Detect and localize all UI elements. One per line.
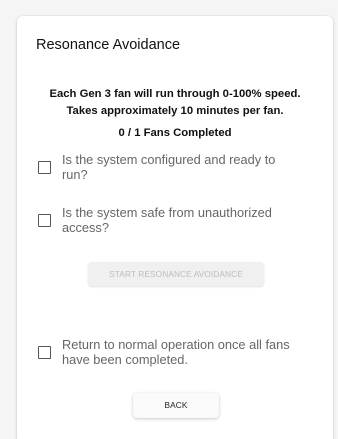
checklist-item-configured[interactable]: Is the system configured and ready to ru… (38, 152, 297, 182)
checklist-item-safe[interactable]: Is the system safe from unauthorized acc… (38, 205, 297, 235)
description-line-2: Takes approximately 10 minutes per fan. (66, 105, 284, 117)
configured-checkbox-label: Is the system configured and ready to ru… (62, 152, 276, 182)
return-to-normal-option[interactable]: Return to normal operation once all fans… (38, 337, 297, 367)
back-button[interactable]: BACK (133, 393, 219, 418)
return-to-normal-label: Return to normal operation once all fans… (62, 337, 290, 367)
fans-progress-text: 0 / 1 Fans Completed (118, 127, 232, 139)
resonance-avoidance-dialog: Resonance Avoidance Each Gen 3 fan will … (17, 16, 333, 439)
return-to-normal-checkbox[interactable] (38, 346, 51, 359)
safe-checkbox[interactable] (38, 214, 51, 227)
description: Each Gen 3 fan will run through 0-100% s… (17, 86, 333, 120)
configured-checkbox[interactable] (38, 161, 51, 174)
start-resonance-avoidance-button[interactable]: START RESONANCE AVOIDANCE (88, 262, 264, 286)
safe-checkbox-label: Is the system safe from unauthorized acc… (62, 205, 272, 235)
description-line-1: Each Gen 3 fan will run through 0-100% s… (49, 88, 301, 100)
dialog-title: Resonance Avoidance (36, 37, 181, 53)
